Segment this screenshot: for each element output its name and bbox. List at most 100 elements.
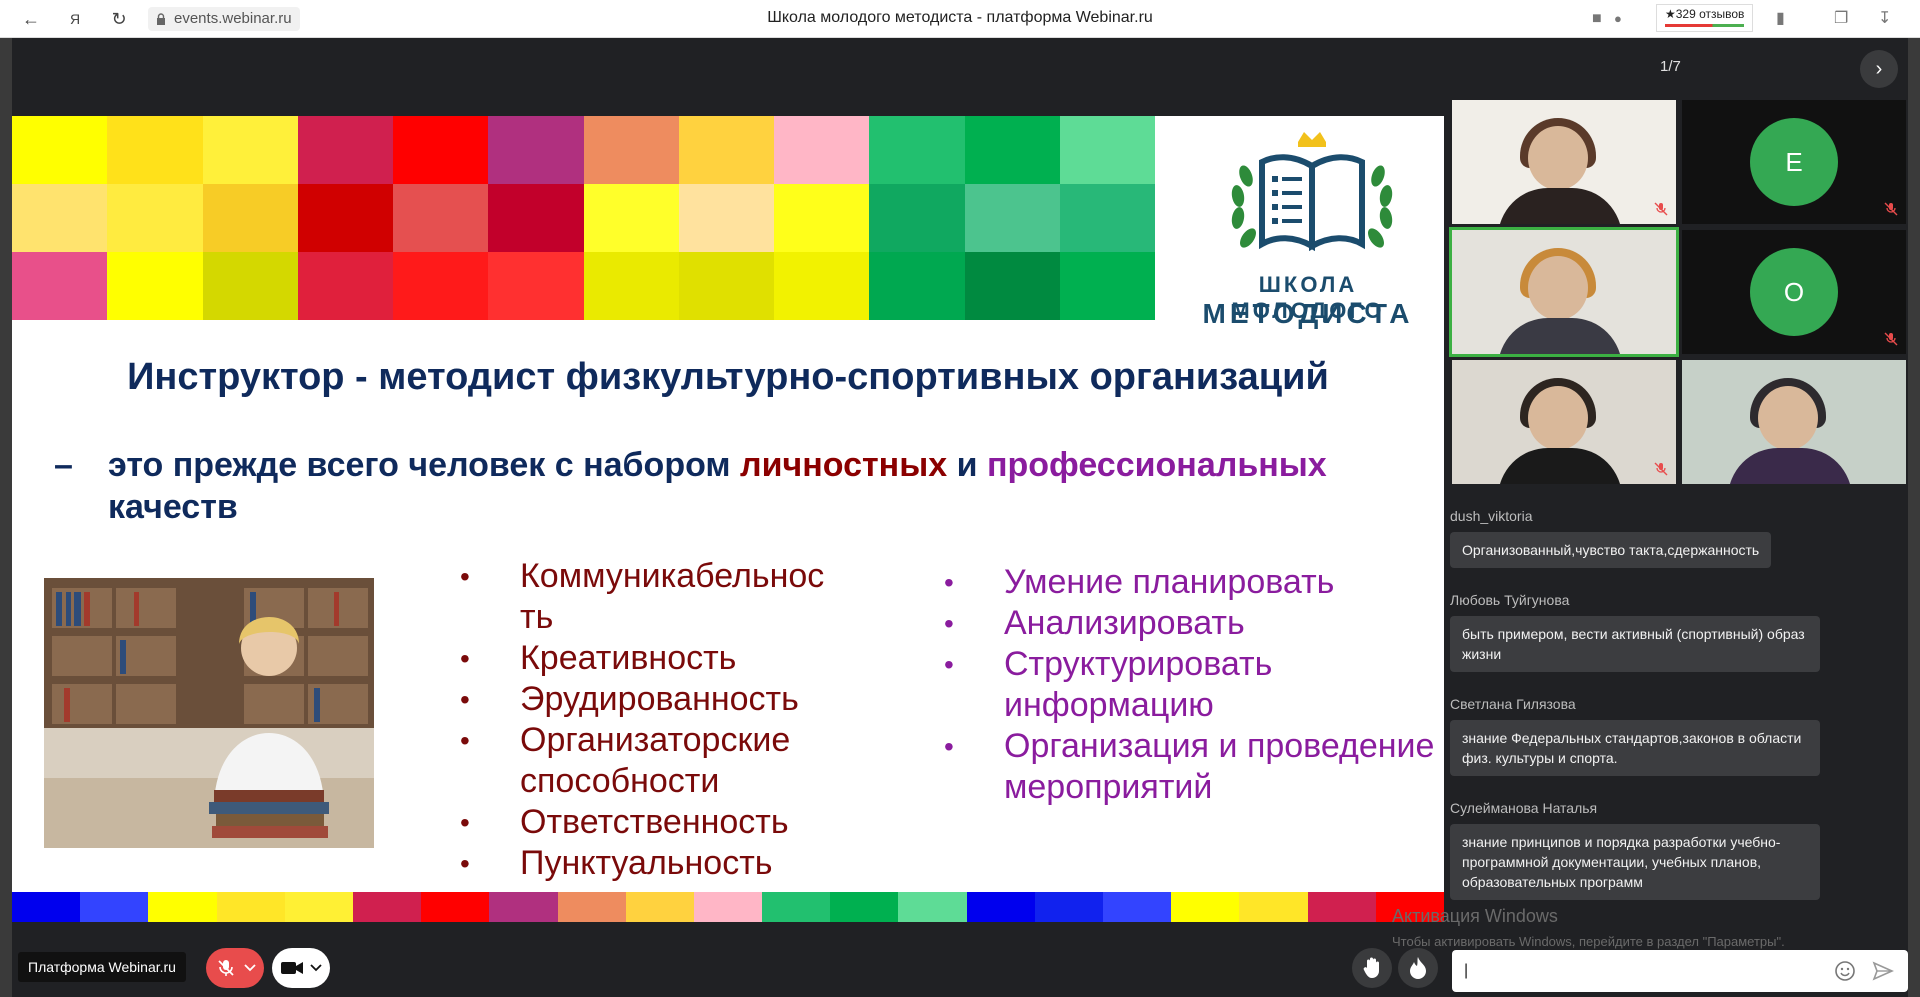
- mic-muted-icon: [1884, 202, 1898, 216]
- mosaic-tile: [488, 252, 584, 320]
- browser-toolbar: ← Я ↻ events.webinar.ru Школа молодого м…: [0, 0, 1920, 38]
- mosaic-tile: [488, 116, 584, 184]
- bookmark-icon[interactable]: ▮: [1776, 8, 1785, 30]
- participant-tile[interactable]: О: [1682, 230, 1906, 354]
- mosaic-tile: [12, 252, 108, 320]
- chat-message-author: Светлана Гилязова: [1450, 696, 1576, 712]
- personal-quality-text: Эрудированность: [520, 680, 799, 718]
- bullet-icon: •: [460, 561, 470, 592]
- participant-tile[interactable]: [1452, 100, 1676, 224]
- mic-muted-icon: [1884, 332, 1898, 346]
- next-slide-button[interactable]: ›: [1860, 50, 1898, 88]
- lock-icon: [157, 13, 165, 25]
- strip-tile: [148, 892, 217, 922]
- slide-title: Инструктор - методист физкультурно-спорт…: [127, 356, 1329, 398]
- professional-quality-item: • Умение планировать: [944, 562, 1444, 603]
- personal-quality-text: Ответственность: [520, 803, 789, 841]
- bullet-icon: •: [944, 731, 954, 762]
- chat-message-author: Сулейманова Наталья: [1450, 800, 1598, 816]
- personal-quality-text: Организаторские способности: [520, 721, 791, 800]
- rating-bar: [1665, 24, 1745, 27]
- emoji-icon[interactable]: [1834, 960, 1856, 982]
- professional-quality-text: Анализировать: [1004, 604, 1245, 642]
- mosaic-tile: [202, 184, 298, 252]
- mic-off-icon: [218, 960, 234, 976]
- strip-tile: [1103, 892, 1172, 922]
- mosaic-tile: [297, 184, 393, 252]
- subtitle-part: это прежде всего человек с набором: [108, 446, 741, 484]
- personal-quality-item: • Креативность: [460, 638, 860, 679]
- mosaic-tile: [869, 116, 965, 184]
- collections-icon[interactable]: ❐: [1834, 8, 1848, 30]
- platform-brand[interactable]: Платформа Webinar.ru: [18, 952, 186, 982]
- professional-quality-text: Организация и проведение мероприятий: [1004, 727, 1435, 806]
- microphone-toggle[interactable]: [206, 948, 264, 988]
- school-logo: ШКОЛА МОЛОДОГО МЕТОДИСТА: [1162, 126, 1442, 329]
- address-bar[interactable]: events.webinar.ru: [148, 7, 300, 31]
- left-frame: [0, 38, 12, 997]
- camera-icon: [281, 962, 303, 974]
- strip-tile: [557, 892, 626, 922]
- professional-quality-item: • Организация и проведение мероприятий: [944, 726, 1444, 808]
- mosaic-tile: [202, 116, 298, 184]
- personal-quality-item: • Организаторские способности: [460, 720, 860, 802]
- strip-tile: [693, 892, 763, 922]
- download-icon[interactable]: ↧: [1878, 8, 1891, 30]
- camera-toggle[interactable]: [272, 948, 330, 988]
- participant-tile[interactable]: [1682, 360, 1906, 484]
- personal-quality-item: • Коммуникабельнос ть: [460, 556, 860, 638]
- color-mosaic: [12, 116, 1155, 320]
- subtitle-personal: личностных: [740, 446, 948, 484]
- personal-quality-text: Пунктуальность: [520, 844, 773, 882]
- bullet-icon: •: [944, 649, 954, 680]
- mosaic-tile: [869, 184, 965, 252]
- participant-tile[interactable]: Е: [1682, 100, 1906, 224]
- strip-tile: [80, 892, 149, 922]
- subtitle-qualities: качеств: [108, 488, 238, 526]
- mic-indicator-icon[interactable]: ●: [1614, 8, 1622, 30]
- participant-tile[interactable]: [1449, 227, 1679, 357]
- participant-video: [1758, 386, 1818, 450]
- chevron-down-icon[interactable]: [310, 963, 322, 973]
- hand-icon: [1363, 957, 1379, 978]
- bullet-icon: •: [460, 848, 470, 879]
- back-icon[interactable]: ←: [20, 8, 42, 30]
- professional-quality-text: Умение планировать: [1004, 563, 1335, 601]
- participant-tile[interactable]: [1452, 360, 1676, 484]
- mosaic-tile: [12, 116, 108, 184]
- chat-message-author: dush_viktoria: [1450, 508, 1533, 524]
- strip-tile: [762, 892, 831, 922]
- reviews-badge[interactable]: ★329 отзывов: [1656, 4, 1754, 32]
- teacher-library-photo: [44, 578, 374, 848]
- chat-message-text: знание Федеральных стандартов,законов в …: [1450, 720, 1820, 776]
- participant-video-body: [1498, 318, 1622, 354]
- mosaic-tile: [393, 184, 489, 252]
- chevron-right-icon: ›: [1875, 58, 1883, 80]
- mosaic-tile: [583, 184, 679, 252]
- right-frame: [1908, 38, 1920, 997]
- mosaic-tile: [107, 116, 203, 184]
- mosaic-tile: [1059, 252, 1155, 320]
- yandex-icon[interactable]: Я: [64, 8, 86, 30]
- reload-icon[interactable]: ↻: [108, 8, 130, 30]
- chat-message: Сулейманова Наталья знание принципов и по…: [1450, 800, 1906, 916]
- reactions-button[interactable]: [1398, 948, 1438, 988]
- chat-message-text: Организованный,чувство такта,сдержанност…: [1450, 532, 1772, 568]
- strip-tile: [489, 892, 558, 922]
- subtitle-and: и: [947, 446, 987, 484]
- fire-icon: [1410, 957, 1426, 979]
- professional-quality-item: • Анализировать: [944, 603, 1444, 644]
- participant-avatar: О: [1750, 248, 1838, 336]
- mosaic-tile: [107, 252, 203, 320]
- participant-video: [1528, 256, 1588, 320]
- professional-qualities-list: • Умение планировать • Анализировать • Структ…: [944, 562, 1444, 808]
- raise-hand-button[interactable]: [1352, 948, 1392, 988]
- bottom-color-strip: [12, 892, 1444, 922]
- personal-qualities-list: • Коммуникабельнос ть • Креативность • Эрудир…: [460, 556, 860, 884]
- mosaic-tile: [393, 116, 489, 184]
- strip-tile: [830, 892, 899, 922]
- chevron-down-icon[interactable]: [244, 963, 256, 973]
- mosaic-tile: [107, 184, 203, 252]
- send-icon[interactable]: [1872, 960, 1894, 982]
- camera-indicator-icon[interactable]: ■: [1592, 8, 1602, 30]
